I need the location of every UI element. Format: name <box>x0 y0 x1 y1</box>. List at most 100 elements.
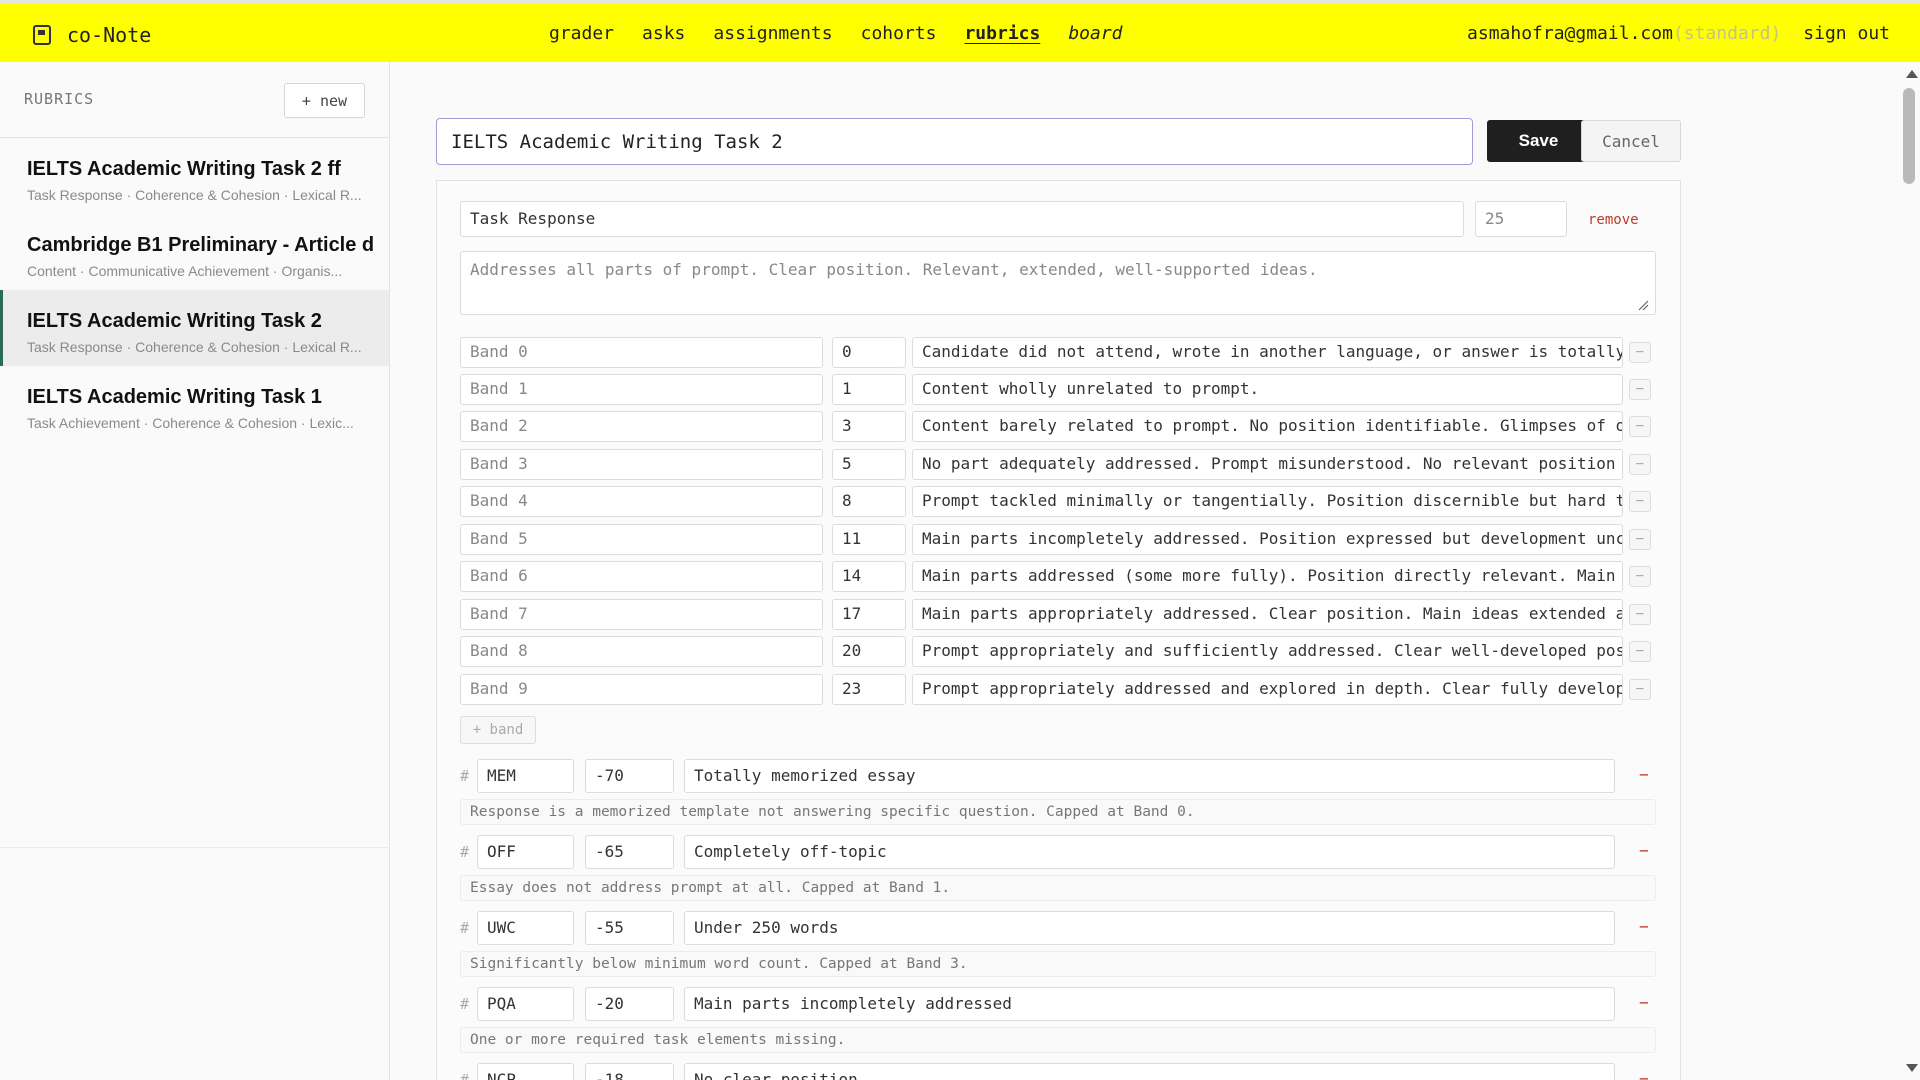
band-name-input[interactable]: Band 9 <box>460 674 823 705</box>
flag-penalty-input[interactable]: -70 <box>585 759 674 793</box>
remove-band-button[interactable]: − <box>1629 342 1651 363</box>
band-description-input[interactable]: No part adequately addressed. Prompt mis… <box>912 449 1623 480</box>
band-score-input[interactable]: 11 <box>832 524 906 555</box>
scroll-down-arrow-icon[interactable] <box>1906 1064 1918 1072</box>
page-scrollbar[interactable] <box>1900 62 1920 1080</box>
flag-label-input[interactable]: No clear position <box>684 1063 1615 1080</box>
rubric-title-input[interactable] <box>436 118 1473 165</box>
rubric-list-item-selected[interactable]: IELTS Academic Writing Task 2 Task Respo… <box>0 290 389 366</box>
flag-label-input[interactable]: Totally memorized essay <box>684 759 1615 793</box>
remove-band-button[interactable]: − <box>1629 604 1651 625</box>
band-name-input[interactable]: Band 0 <box>460 337 823 368</box>
scrollbar-thumb[interactable] <box>1903 88 1915 184</box>
nav-assignments[interactable]: assignments <box>713 23 832 44</box>
remove-flag-button[interactable]: − <box>1639 1069 1649 1080</box>
band-name-input[interactable]: Band 1 <box>460 374 823 405</box>
rubric-list-item[interactable]: IELTS Academic Writing Task 1 Task Achie… <box>0 366 389 442</box>
flag-penalty-input[interactable]: -55 <box>585 911 674 945</box>
band-description-input[interactable]: Main parts incompletely addressed. Posit… <box>912 524 1623 555</box>
remove-flag-button[interactable]: − <box>1639 841 1649 860</box>
remove-band-button[interactable]: − <box>1629 491 1651 512</box>
flag-description-input[interactable]: One or more required task elements missi… <box>460 1027 1656 1053</box>
rubric-subtitle: Task Achievement · Coherence & Cohesion … <box>27 415 354 431</box>
nav-board[interactable]: board <box>1068 23 1122 44</box>
band-name-input[interactable]: Band 4 <box>460 486 823 517</box>
flag-description-input[interactable]: Response is a memorized template not ans… <box>460 799 1656 825</box>
rubric-list-item[interactable]: IELTS Academic Writing Task 2 ff Task Re… <box>0 138 389 214</box>
flag-code-input[interactable]: MEM <box>477 759 574 793</box>
remove-band-button[interactable]: − <box>1629 379 1651 400</box>
flag-code-input[interactable]: PQA <box>477 987 574 1021</box>
remove-flag-button[interactable]: − <box>1639 765 1649 784</box>
flag-code-input[interactable]: UWC <box>477 911 574 945</box>
band-description-input[interactable]: Main parts appropriately addressed. Clea… <box>912 599 1623 630</box>
band-name-input[interactable]: Band 7 <box>460 599 823 630</box>
scroll-up-arrow-icon[interactable] <box>1906 70 1918 78</box>
band-description-input[interactable]: Prompt appropriately and sufficiently ad… <box>912 636 1623 667</box>
criterion-card: Task Response 25 remove Addresses all pa… <box>436 180 1681 1080</box>
flag-penalty-input[interactable]: -65 <box>585 835 674 869</box>
band-score-input[interactable]: 5 <box>832 449 906 480</box>
app-name: co-Note <box>67 23 152 47</box>
remove-band-button[interactable]: − <box>1629 566 1651 587</box>
band-description-input[interactable]: Candidate did not attend, wrote in anoth… <box>912 337 1623 368</box>
band-name-input[interactable]: Band 2 <box>460 411 823 442</box>
band-score-input[interactable]: 20 <box>832 636 906 667</box>
nav-grader[interactable]: grader <box>549 23 614 44</box>
criterion-weight-input[interactable]: 25 <box>1475 201 1567 237</box>
band-name-input[interactable]: Band 5 <box>460 524 823 555</box>
flag-code-input[interactable]: NCP <box>477 1063 574 1080</box>
save-button[interactable]: Save <box>1487 120 1590 162</box>
remove-band-button[interactable]: − <box>1629 416 1651 437</box>
cancel-button[interactable]: Cancel <box>1581 120 1681 162</box>
band-name-input[interactable]: Band 8 <box>460 636 823 667</box>
rubric-subtitle: Task Response · Coherence & Cohesion · L… <box>27 187 362 203</box>
flag-code-input[interactable]: OFF <box>477 835 574 869</box>
remove-flag-button[interactable]: − <box>1639 993 1649 1012</box>
flag-row: # MEM -70 Totally memorized essay − Resp… <box>460 759 1680 825</box>
hash-icon: # <box>460 767 470 785</box>
rubric-list-item[interactable]: Cambridge B1 Preliminary - Article d Con… <box>0 214 389 290</box>
remove-band-button[interactable]: − <box>1629 641 1651 662</box>
nav-asks[interactable]: asks <box>642 23 685 44</box>
band-score-input[interactable]: 23 <box>832 674 906 705</box>
notebook-icon <box>33 25 51 45</box>
brand[interactable]: co-Note <box>33 23 151 47</box>
band-description-input[interactable]: Content wholly unrelated to prompt. <box>912 374 1623 405</box>
remove-band-button[interactable]: − <box>1629 454 1651 475</box>
band-score-input[interactable]: 17 <box>832 599 906 630</box>
remove-criterion-link[interactable]: remove <box>1588 212 1639 228</box>
hash-icon: # <box>460 1071 470 1080</box>
sign-out-link[interactable]: sign out <box>1803 23 1890 44</box>
flag-penalty-input[interactable]: -20 <box>585 987 674 1021</box>
add-band-button[interactable]: + band <box>460 716 536 744</box>
band-score-input[interactable]: 3 <box>832 411 906 442</box>
band-description-input[interactable]: Main parts addressed (some more fully). … <box>912 561 1623 592</box>
new-rubric-button[interactable]: + new <box>284 83 365 118</box>
band-score-input[interactable]: 8 <box>832 486 906 517</box>
criterion-name-input[interactable]: Task Response <box>460 201 1464 237</box>
rubric-subtitle: Task Response · Coherence & Cohesion · L… <box>27 339 362 355</box>
main-nav: grader asks assignments cohorts rubrics … <box>549 23 1123 44</box>
flag-description-input[interactable]: Significantly below minimum word count. … <box>460 951 1656 977</box>
band-name-input[interactable]: Band 3 <box>460 449 823 480</box>
band-score-input[interactable]: 1 <box>832 374 906 405</box>
criterion-description-textarea[interactable]: Addresses all parts of prompt. Clear pos… <box>460 251 1656 315</box>
flag-label-input[interactable]: Main parts incompletely addressed <box>684 987 1615 1021</box>
band-score-input[interactable]: 0 <box>832 337 906 368</box>
remove-flag-button[interactable]: − <box>1639 917 1649 936</box>
resize-handle-icon[interactable] <box>1637 299 1649 311</box>
band-description-input[interactable]: Prompt tackled minimally or tangentially… <box>912 486 1623 517</box>
remove-band-button[interactable]: − <box>1629 529 1651 550</box>
band-name-input[interactable]: Band 6 <box>460 561 823 592</box>
flag-label-input[interactable]: Completely off-topic <box>684 835 1615 869</box>
flag-penalty-input[interactable]: -18 <box>585 1063 674 1080</box>
band-description-input[interactable]: Prompt appropriately addressed and explo… <box>912 674 1623 705</box>
nav-rubrics[interactable]: rubrics <box>964 23 1040 44</box>
flag-label-input[interactable]: Under 250 words <box>684 911 1615 945</box>
nav-cohorts[interactable]: cohorts <box>861 23 937 44</box>
band-description-input[interactable]: Content barely related to prompt. No pos… <box>912 411 1623 442</box>
remove-band-button[interactable]: − <box>1629 679 1651 700</box>
band-score-input[interactable]: 14 <box>832 561 906 592</box>
flag-description-input[interactable]: Essay does not address prompt at all. Ca… <box>460 875 1656 901</box>
